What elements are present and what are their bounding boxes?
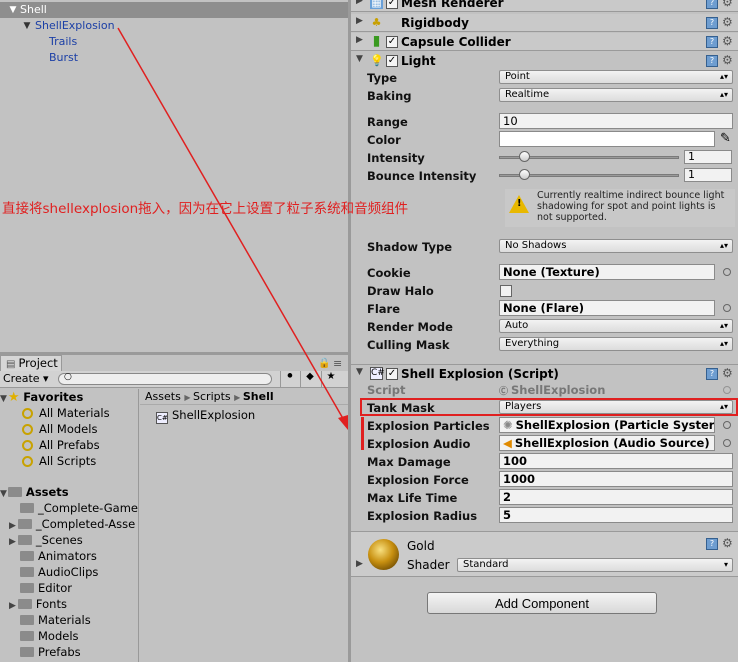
annotation-arrow — [117, 27, 348, 430]
highlight-tank-mask — [360, 398, 738, 416]
arrow-line — [117, 27, 346, 423]
arrow-head — [338, 415, 348, 430]
highlight-bar — [361, 417, 364, 450]
